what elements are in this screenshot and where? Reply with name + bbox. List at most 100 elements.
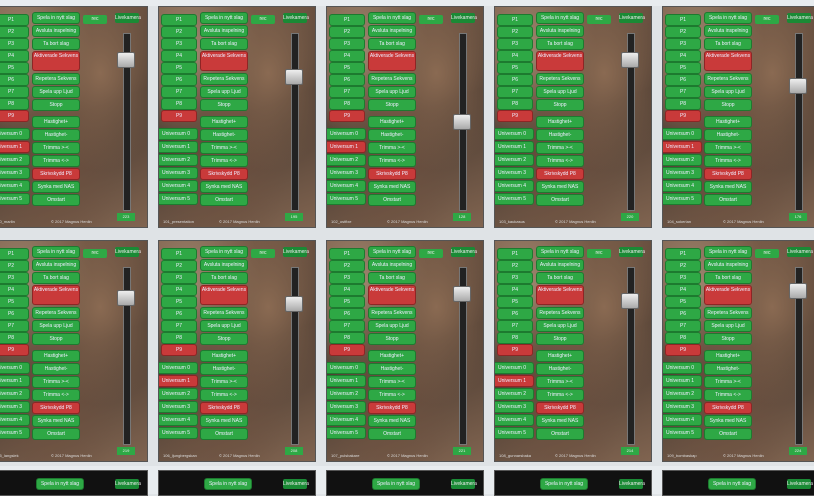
- control-button[interactable]: Trimma >-<: [537, 377, 583, 387]
- preset-button-p9[interactable]: P9: [0, 345, 28, 355]
- control-button[interactable]: Spela upp Ljud: [537, 321, 583, 331]
- universe-button[interactable]: Universum 2: [495, 155, 533, 165]
- universe-button[interactable]: Universum 3: [327, 402, 365, 412]
- preset-button-p3[interactable]: P3: [498, 39, 532, 49]
- universe-button[interactable]: Universum 2: [159, 389, 197, 399]
- preset-button-p6[interactable]: P6: [666, 309, 700, 319]
- universe-button[interactable]: Universum 4: [495, 181, 533, 191]
- preset-button-p7[interactable]: P7: [162, 321, 196, 331]
- control-button[interactable]: Repetera Sekvens: [201, 308, 247, 318]
- control-button[interactable]: Omstart: [705, 195, 751, 205]
- slider-thumb[interactable]: [789, 283, 807, 300]
- control-button[interactable]: Spela in nytt slag: [37, 479, 83, 489]
- control-button[interactable]: Trimma <->: [369, 390, 415, 400]
- preset-button-p4[interactable]: P4: [162, 51, 196, 61]
- universe-button[interactable]: Universum 4: [0, 181, 29, 191]
- preset-button-p3[interactable]: P3: [330, 273, 364, 283]
- control-button[interactable]: Aktiverade Sekvens: [537, 286, 583, 304]
- control-button[interactable]: Trimma >-<: [201, 377, 247, 387]
- preset-button-p4[interactable]: P4: [666, 285, 700, 295]
- control-button[interactable]: Spela in nytt slag: [537, 13, 583, 23]
- control-button[interactable]: Hastighet+: [705, 351, 751, 361]
- preset-button-p2[interactable]: P2: [498, 261, 532, 271]
- universe-button[interactable]: Universum 1: [159, 142, 197, 152]
- control-button[interactable]: Ta bort slag: [369, 273, 415, 283]
- control-button[interactable]: Synka med NAS: [705, 416, 751, 426]
- preset-button-p1[interactable]: P1: [0, 249, 28, 259]
- universe-button[interactable]: Universum 1: [495, 142, 533, 152]
- livekamera-button[interactable]: Livekamera: [619, 479, 645, 489]
- control-button[interactable]: Skrivskydd P8: [33, 403, 79, 413]
- control-button[interactable]: Trimma >-<: [33, 143, 79, 153]
- control-button[interactable]: Trimma >-<: [537, 143, 583, 153]
- preset-button-p5[interactable]: P5: [162, 297, 196, 307]
- universe-button[interactable]: Universum 2: [327, 389, 365, 399]
- preset-button-p4[interactable]: P4: [0, 285, 28, 295]
- universe-button[interactable]: Universum 1: [663, 376, 701, 386]
- slider-thumb[interactable]: [117, 289, 135, 306]
- control-button[interactable]: Avsluta inspelning: [201, 26, 247, 36]
- control-button[interactable]: Stopp: [705, 334, 751, 344]
- control-button[interactable]: Ta bort slag: [33, 273, 79, 283]
- universe-button[interactable]: Universum 5: [495, 194, 533, 204]
- preset-button-p7[interactable]: P7: [330, 87, 364, 97]
- control-button[interactable]: Hastighet-: [705, 364, 751, 374]
- universe-button[interactable]: Universum 0: [0, 129, 29, 139]
- control-button[interactable]: Avsluta inspelning: [705, 260, 751, 270]
- preset-button-p8[interactable]: P8: [498, 99, 532, 109]
- control-button[interactable]: Omstart: [537, 195, 583, 205]
- control-button[interactable]: Repetera Sekvens: [369, 74, 415, 84]
- preset-button-p1[interactable]: P1: [498, 249, 532, 259]
- universe-button[interactable]: Universum 2: [0, 389, 29, 399]
- slider-thumb[interactable]: [117, 52, 135, 69]
- control-button[interactable]: Spela upp Ljud: [705, 87, 751, 97]
- preset-button-p9[interactable]: P9: [330, 345, 364, 355]
- universe-button[interactable]: Universum 5: [327, 428, 365, 438]
- livekamera-button[interactable]: Livekamera: [787, 247, 813, 257]
- livekamera-button[interactable]: Livekamera: [619, 13, 645, 23]
- preset-button-p3[interactable]: P3: [666, 39, 700, 49]
- control-button[interactable]: Trimma >-<: [369, 377, 415, 387]
- control-button[interactable]: Synka med NAS: [33, 182, 79, 192]
- universe-button[interactable]: Universum 0: [0, 363, 29, 373]
- control-button[interactable]: Spela in nytt slag: [201, 13, 247, 23]
- universe-button[interactable]: Universum 4: [663, 181, 701, 191]
- slider-thumb[interactable]: [789, 78, 807, 95]
- universe-button[interactable]: Universum 2: [327, 155, 365, 165]
- control-button[interactable]: Trimma >-<: [705, 143, 751, 153]
- control-button[interactable]: Aktiverade Sekvens: [705, 52, 751, 70]
- record-button[interactable]: rec: [251, 249, 275, 258]
- universe-button[interactable]: Universum 2: [663, 155, 701, 165]
- preset-button-p9[interactable]: P9: [162, 345, 196, 355]
- preset-button-p2[interactable]: P2: [162, 261, 196, 271]
- record-button[interactable]: rec: [251, 15, 275, 24]
- control-button[interactable]: Spela in nytt slag: [373, 479, 419, 489]
- control-button[interactable]: Avsluta inspelning: [537, 260, 583, 270]
- control-button[interactable]: Hastighet-: [537, 130, 583, 140]
- control-button[interactable]: Stopp: [201, 100, 247, 110]
- control-button[interactable]: Trimma <->: [33, 390, 79, 400]
- control-button[interactable]: Trimma >-<: [369, 143, 415, 153]
- livekamera-button[interactable]: Livekamera: [787, 13, 813, 23]
- preset-button-p2[interactable]: P2: [330, 27, 364, 37]
- control-button[interactable]: Spela upp Ljud: [369, 321, 415, 331]
- preset-button-p6[interactable]: P6: [666, 75, 700, 85]
- preset-button-p8[interactable]: P8: [330, 333, 364, 343]
- preset-button-p5[interactable]: P5: [330, 63, 364, 73]
- control-button[interactable]: Avsluta inspelning: [33, 260, 79, 270]
- control-button[interactable]: Omstart: [33, 195, 79, 205]
- universe-button[interactable]: Universum 1: [327, 142, 365, 152]
- preset-button-p2[interactable]: P2: [0, 261, 28, 271]
- control-button[interactable]: Hastighet+: [369, 351, 415, 361]
- universe-button[interactable]: Universum 5: [159, 428, 197, 438]
- control-button[interactable]: Repetera Sekvens: [33, 74, 79, 84]
- universe-button[interactable]: Universum 5: [327, 194, 365, 204]
- universe-button[interactable]: Universum 1: [0, 376, 29, 386]
- preset-button-p1[interactable]: P1: [162, 249, 196, 259]
- control-button[interactable]: Hastighet-: [369, 364, 415, 374]
- universe-button[interactable]: Universum 0: [663, 129, 701, 139]
- control-button[interactable]: Spela upp Ljud: [33, 87, 79, 97]
- universe-button[interactable]: Universum 4: [327, 181, 365, 191]
- slider-track[interactable]: [795, 33, 803, 211]
- control-button[interactable]: Trimma <->: [705, 156, 751, 166]
